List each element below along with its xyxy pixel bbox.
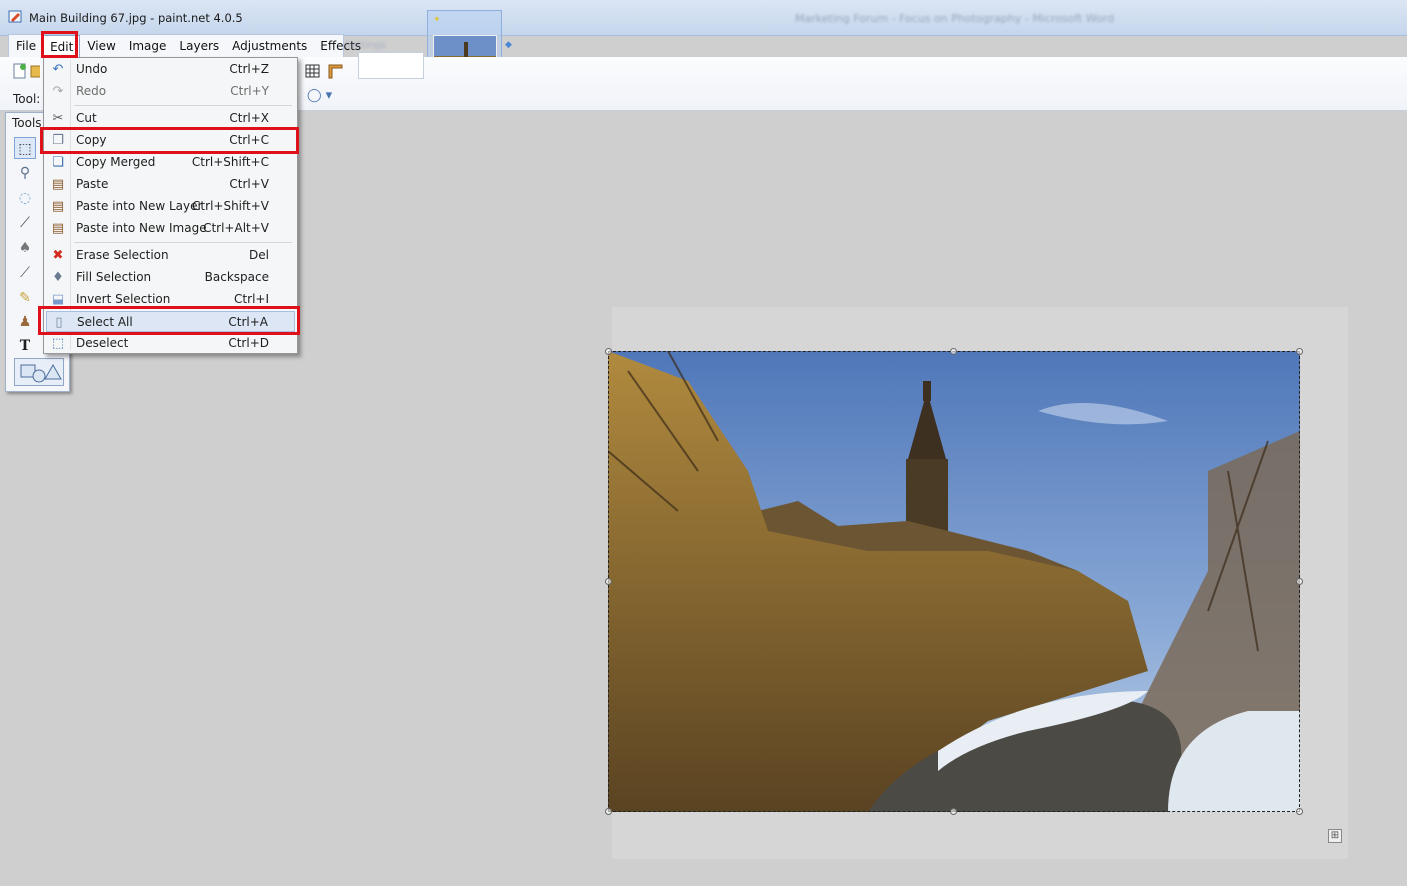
menu-item-label: Copy (76, 133, 107, 147)
zoom-fit-icon[interactable]: ⊞ (1328, 829, 1342, 843)
menu-item-shortcut: Ctrl+D (228, 336, 269, 350)
undo-icon: ↶ (52, 62, 64, 77)
scissors-icon: ✂ (52, 111, 64, 126)
zoom-icon[interactable]: ⚲ (14, 162, 36, 184)
tool-label: Tool: (13, 92, 41, 106)
menu-item-shortcut: Ctrl+A (228, 315, 268, 329)
selection-mode-dropdown[interactable]: ◯ ▾ (307, 88, 332, 103)
selection-handle[interactable] (605, 348, 612, 355)
menu-item-label: Deselect (76, 336, 129, 350)
selection-handle[interactable] (950, 808, 957, 815)
menu-bar: File Edit View Image Layers Adjustments … (8, 34, 361, 57)
menu-item-label: Paste (76, 177, 109, 191)
menu-item-label: Paste into New Layer (76, 199, 203, 213)
ellipse-select-icon[interactable]: ◌ (14, 187, 36, 209)
menu-item-shortcut: Ctrl+Shift+C (191, 155, 269, 169)
thumbnail-dropdown-icon[interactable]: ◆ (505, 40, 512, 50)
photo-main-building[interactable] (608, 351, 1300, 812)
menu-item-paste[interactable]: ▤ Paste Ctrl+V (46, 174, 295, 195)
menu-item-label: Invert Selection (76, 292, 171, 306)
toolbar-input-field[interactable] (358, 52, 424, 79)
menu-item-shortcut: Ctrl+Y (230, 84, 269, 98)
menu-separator (74, 105, 292, 106)
selection-handle[interactable] (950, 348, 957, 355)
menu-item-erase-selection[interactable]: ✖ Erase Selection Del (46, 245, 295, 266)
window-title: Main Building 67.jpg - paint.net 4.0.5 (29, 11, 243, 25)
menu-item-shortcut: Ctrl+V (229, 177, 269, 191)
copy-icon: ❐ (52, 133, 64, 148)
menu-item-shortcut: Ctrl+Z (229, 62, 269, 76)
menu-adjustments[interactable]: Adjustments (225, 35, 313, 57)
selection-handle[interactable] (1296, 808, 1303, 815)
menu-item-shortcut: Backspace (204, 270, 269, 284)
selection-handle[interactable] (605, 578, 612, 585)
invert-icon: ⬓ (51, 292, 65, 307)
menu-item-deselect[interactable]: ⬚ Deselect Ctrl+D (46, 333, 295, 354)
menu-layers[interactable]: Layers (172, 35, 225, 57)
selection-handle[interactable] (1296, 348, 1303, 355)
menu-item-paste-new-image[interactable]: ▤ Paste into New Image Ctrl+Alt+V (46, 218, 295, 239)
deselect-icon: ⬚ (51, 336, 65, 351)
text-icon[interactable]: T (14, 335, 36, 357)
menu-separator (74, 242, 292, 243)
paste-icon: ▤ (51, 177, 65, 192)
menu-item-label: Undo (76, 62, 108, 76)
menu-edit[interactable]: Edit (42, 35, 81, 57)
menu-item-label: Redo (76, 84, 107, 98)
menu-item-shortcut: Del (249, 248, 269, 262)
fill-icon: ♦ (52, 270, 64, 285)
shapes-icon[interactable] (14, 358, 64, 386)
menu-item-undo[interactable]: ↶ Undo Ctrl+Z (46, 59, 295, 80)
erase-icon: ✖ (52, 248, 64, 263)
selection-handle[interactable] (605, 808, 612, 815)
menu-item-cut[interactable]: ✂ Cut Ctrl+X (46, 108, 295, 129)
copy-merged-icon: ❏ (52, 155, 64, 170)
rectangle-select-icon[interactable]: ⬚ (14, 137, 36, 159)
paintbrush-icon[interactable]: ⟋ (14, 262, 36, 284)
ruler-icon[interactable] (327, 63, 343, 79)
menu-item-shortcut: Ctrl+C (229, 133, 269, 147)
paintnet-app-icon (8, 10, 22, 23)
menu-item-label: Copy Merged (76, 155, 156, 169)
menu-item-label: Fill Selection (76, 270, 152, 284)
menu-item-label: Paste into New Image (76, 221, 207, 235)
menu-item-shortcut: Ctrl+X (229, 111, 269, 125)
menu-item-label: Select All (77, 315, 133, 329)
tools-panel-title: Tools (12, 116, 42, 130)
open-icon[interactable] (30, 63, 40, 79)
unsaved-star-icon: ✦ (433, 15, 441, 25)
magic-wand-icon[interactable]: ⟋ (14, 212, 36, 234)
redo-icon: ↷ (52, 84, 64, 99)
select-all-icon: ▯ (55, 315, 63, 330)
menu-item-redo[interactable]: ↷ Redo Ctrl+Y (46, 81, 295, 102)
menu-item-copy-merged[interactable]: ❏ Copy Merged Ctrl+Shift+C (46, 152, 295, 173)
pencil-icon[interactable]: ✎ (14, 287, 36, 309)
new-icon[interactable] (12, 63, 28, 79)
grid-icon[interactable] (305, 63, 321, 79)
title-bar: Main Building 67.jpg - paint.net 4.0.5 M… (0, 0, 1407, 36)
menu-view[interactable]: View (80, 35, 121, 57)
clone-stamp-icon[interactable]: ♟ (14, 311, 36, 333)
menu-item-invert-selection[interactable]: ⬓ Invert Selection Ctrl+I (46, 289, 295, 310)
menu-item-copy[interactable]: ❐ Copy Ctrl+C (46, 130, 295, 151)
selection-handle[interactable] (1296, 578, 1303, 585)
paste-layer-icon: ▤ (51, 199, 65, 214)
menu-item-label: Cut (76, 111, 97, 125)
menu-item-fill-selection[interactable]: ♦ Fill Selection Backspace (46, 267, 295, 288)
paint-bucket-icon[interactable]: ♠ (14, 237, 36, 259)
menu-image[interactable]: Image (122, 35, 173, 57)
menu-item-select-all[interactable]: ▯ Select All Ctrl+A (46, 311, 295, 332)
menu-item-shortcut: Ctrl+Alt+V (203, 221, 269, 235)
menu-item-shortcut: Ctrl+I (234, 292, 269, 306)
paste-image-icon: ▤ (51, 221, 65, 236)
menu-item-shortcut: Ctrl+Shift+V (192, 199, 269, 213)
edit-menu-dropdown: ↶ Undo Ctrl+Z ↷ Redo Ctrl+Y ✂ Cut Ctrl+X… (43, 57, 298, 354)
menu-item-paste-new-layer[interactable]: ▤ Paste into New Layer Ctrl+Shift+V (46, 196, 295, 217)
background-window-title: Marketing Forum - Focus on Photography -… (795, 12, 1115, 25)
menu-file[interactable]: File (9, 35, 42, 57)
menu-item-label: Erase Selection (76, 248, 169, 262)
